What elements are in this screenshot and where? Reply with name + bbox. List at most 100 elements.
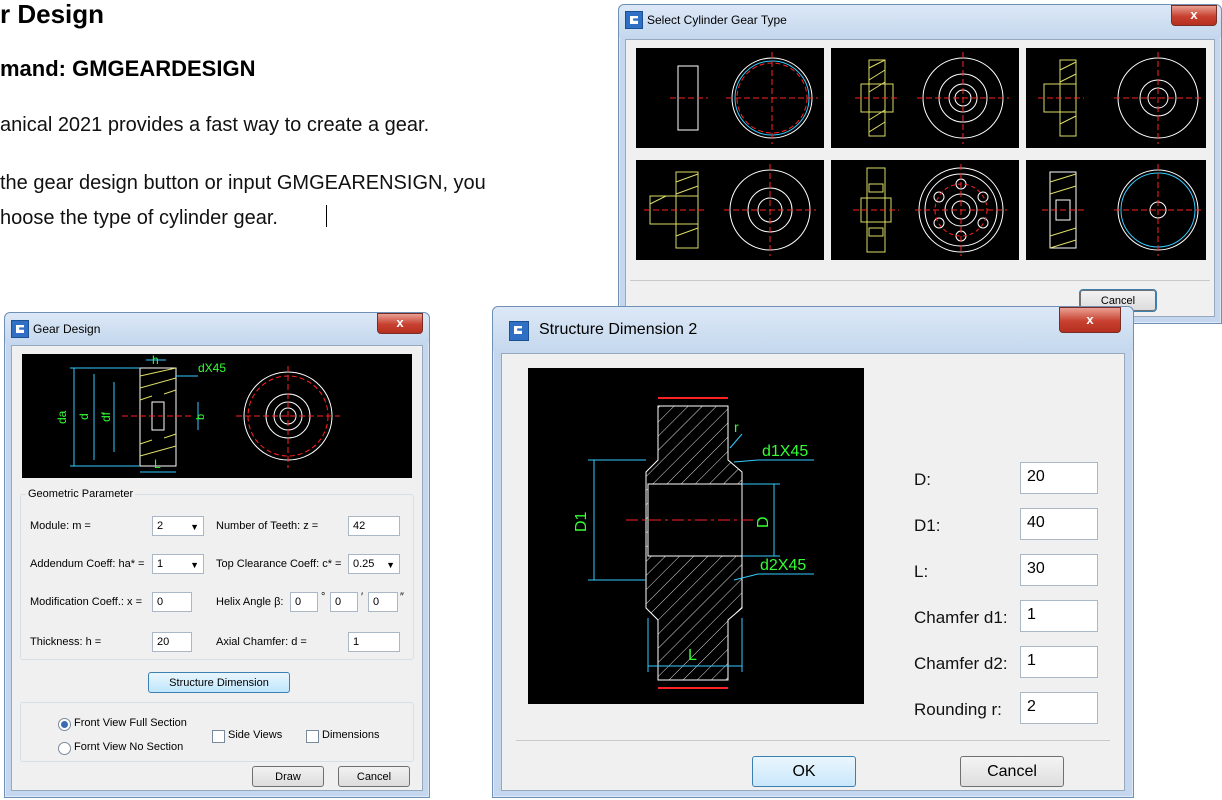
front-full-label: Front View Full Section [74, 717, 187, 729]
gear-type-panel: Cancel [625, 39, 1215, 317]
title-bar: Select Cylinder Gear Type x [619, 5, 1221, 37]
gear-type-1-thumbnail[interactable] [636, 48, 824, 148]
l-label: L [154, 457, 161, 471]
gear-type-3-thumbnail[interactable] [1026, 48, 1206, 148]
side-views-label: Side Views [228, 729, 283, 741]
front-none-label: Fornt View No Section [74, 741, 184, 753]
axial-chamfer-input[interactable]: 1 [348, 632, 400, 652]
D-label: D [755, 516, 772, 528]
d-label: d [77, 413, 91, 420]
cancel-button[interactable]: Cancel [960, 756, 1064, 787]
chevron-down-icon: ▼ [190, 522, 199, 532]
gear-preview-drawing: h dX45 da d df b L [22, 353, 412, 478]
close-button[interactable]: x [1171, 5, 1217, 26]
field-input-chamfer-d1[interactable]: 1 [1020, 600, 1098, 632]
field-input-D1[interactable]: 40 [1020, 508, 1098, 540]
draw-button[interactable]: Draw [252, 766, 324, 787]
D1-label: D1 [573, 511, 590, 532]
ok-button[interactable]: OK [752, 756, 856, 787]
minute-symbol: ′ [361, 591, 364, 603]
app-icon [11, 320, 29, 338]
dimensions-label: Dimensions [322, 729, 380, 741]
field-label-D: D: [914, 470, 931, 489]
r-label: r [734, 419, 739, 435]
divider [630, 280, 1210, 281]
module-label: Module: m = [30, 520, 91, 532]
close-button[interactable]: x [1059, 307, 1121, 333]
doc-line-3: hoose the type of cylinder gear. [0, 207, 278, 229]
thickness-label: Thickness: h = [30, 636, 102, 648]
d1x45-label: d1X45 [762, 443, 808, 460]
dialog-title: Structure Dimension 2 [539, 321, 698, 338]
field-label-D1: D1: [914, 516, 941, 535]
field-label-chamfer-d2: Chamfer d2: [914, 654, 1008, 673]
field-label-L: L: [914, 562, 929, 581]
teeth-input[interactable]: 42 [348, 516, 400, 536]
structure-drawing: r d1X45 d2X45 D1 D L [528, 368, 864, 704]
structure-dimension-button[interactable]: Structure Dimension [148, 672, 290, 693]
structure-dimension-dialog: Structure Dimension 2 x r d1X45 d2X45 D1… [492, 306, 1134, 798]
select-gear-type-dialog: Select Cylinder Gear Type x Cancel [618, 4, 1222, 324]
app-icon [625, 11, 643, 29]
front-none-radio[interactable] [58, 742, 71, 755]
gear-type-4-thumbnail[interactable] [636, 160, 824, 260]
helix-label: Helix Angle β: [216, 596, 284, 608]
title-bar: Gear Design x [5, 313, 429, 343]
addendum-value: 1 [157, 558, 164, 570]
dimensions-checkbox[interactable] [306, 730, 319, 743]
axial-chamfer-label: Axial Chamfer: d = [216, 636, 307, 648]
side-views-checkbox[interactable] [212, 730, 225, 743]
degree-symbol: ° [321, 591, 326, 603]
module-value: 2 [157, 520, 164, 532]
df-label: df [99, 411, 113, 422]
chevron-down-icon: ▼ [190, 560, 199, 570]
L-label: L [688, 647, 697, 664]
field-input-D[interactable]: 20 [1020, 462, 1098, 494]
modification-input[interactable]: 0 [152, 592, 192, 612]
h-label: h [152, 354, 159, 367]
dialog-title: Select Cylinder Gear Type [647, 13, 787, 27]
da-label: da [55, 410, 69, 424]
field-input-rounding-r[interactable]: 2 [1020, 692, 1098, 724]
field-label-chamfer-d1: Chamfer d1: [914, 608, 1008, 627]
clearance-label: Top Clearance Coeff: c* = [216, 558, 342, 570]
chamfer-label: dX45 [198, 361, 226, 375]
clearance-select[interactable]: 0.25 ▼ [348, 554, 400, 574]
module-select[interactable]: 2 ▼ [152, 516, 204, 536]
teeth-label: Number of Teeth: z = [216, 520, 319, 532]
gear-type-6-thumbnail[interactable] [1026, 160, 1206, 260]
clearance-value: 0.25 [353, 558, 375, 570]
field-label-rounding-r: Rounding r: [914, 700, 1002, 719]
chevron-down-icon: ▼ [386, 560, 395, 570]
d2x45-label: d2X45 [760, 557, 806, 574]
field-input-chamfer-d2[interactable]: 1 [1020, 646, 1098, 678]
gear-design-panel: h dX45 da d df b L Geometric Parameter M… [11, 345, 423, 791]
field-input-L[interactable]: 30 [1020, 554, 1098, 586]
divider [516, 740, 1110, 741]
helix-minute-input[interactable]: 0 [330, 592, 358, 612]
b-label: b [195, 414, 207, 420]
dialog-title: Gear Design [33, 322, 101, 336]
doc-line-1: anical 2021 provides a fast way to creat… [0, 114, 430, 136]
gear-type-2-thumbnail[interactable] [831, 48, 1019, 148]
gear-design-dialog: Gear Design x h dX45 da d df b L Geometr… [4, 312, 430, 798]
doc-line-2: the gear design button or input GMGEAREN… [0, 172, 486, 194]
text-caret [326, 205, 327, 227]
addendum-label: Addendum Coeff: ha* = [30, 558, 145, 570]
cancel-button[interactable]: Cancel [338, 766, 410, 787]
doc-heading: r Design [0, 0, 105, 29]
gear-type-5-thumbnail[interactable] [831, 160, 1019, 260]
structure-panel: r d1X45 d2X45 D1 D L D: 20 D1: 40 L: 30 … [501, 353, 1125, 791]
app-icon [509, 321, 529, 341]
modification-label: Modification Coeff.: x = [30, 596, 142, 608]
helix-degree-input[interactable]: 0 [290, 592, 318, 612]
doc-subheading: mand: GMGEARDESIGN [0, 56, 256, 81]
thickness-input[interactable]: 20 [152, 632, 192, 652]
group-title: Geometric Parameter [26, 488, 136, 500]
front-full-radio[interactable] [58, 718, 71, 731]
title-bar: Structure Dimension 2 x [493, 307, 1133, 351]
helix-second-input[interactable]: 0 [368, 592, 398, 612]
close-button[interactable]: x [377, 313, 423, 334]
addendum-select[interactable]: 1 ▼ [152, 554, 204, 574]
second-symbol: ″ [400, 591, 404, 603]
